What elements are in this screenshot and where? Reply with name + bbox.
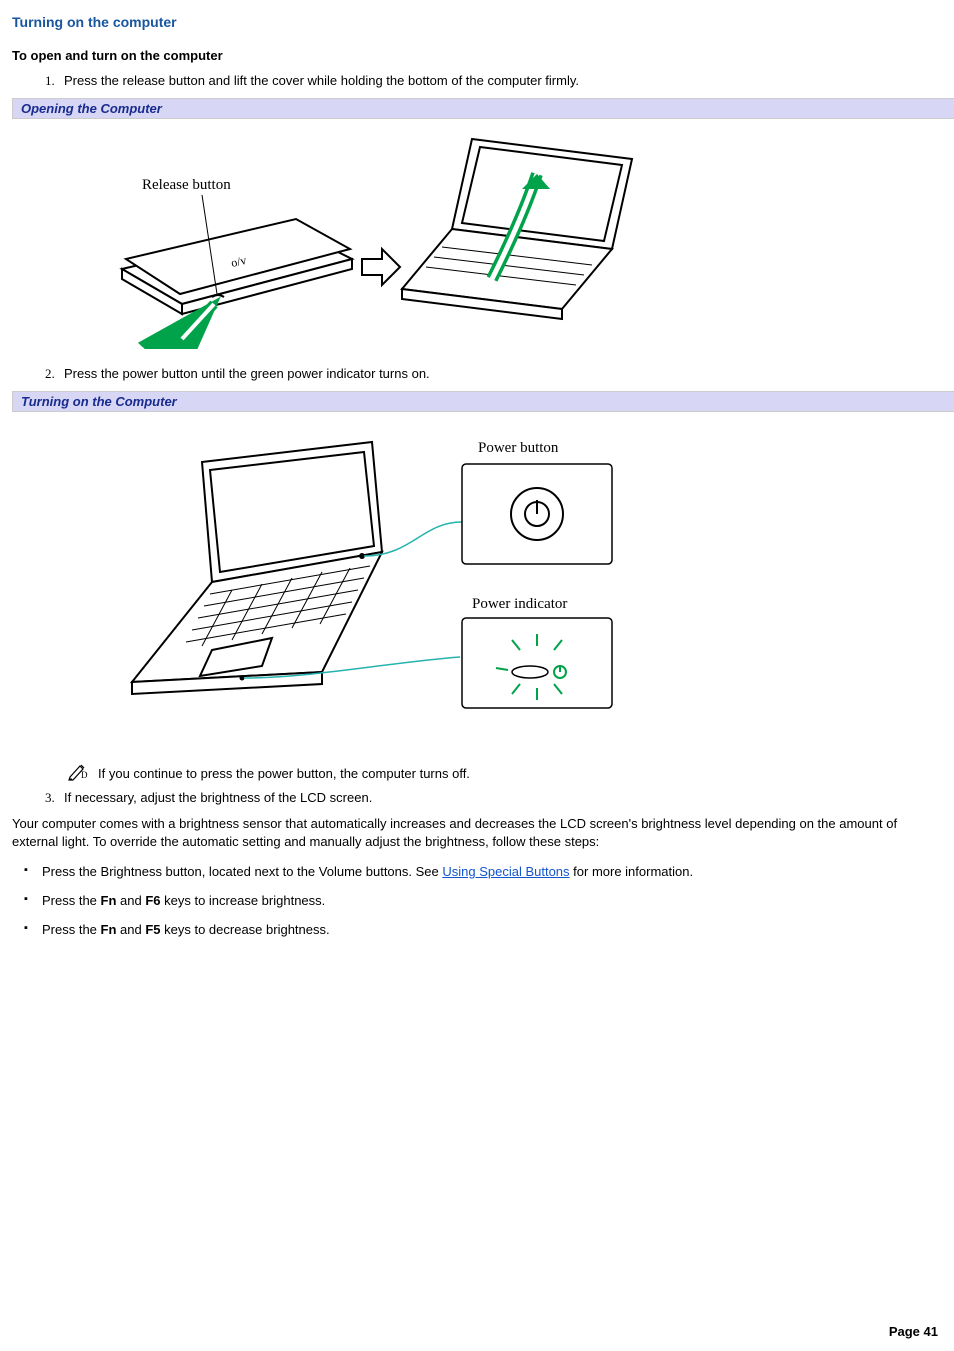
- bullet-list: Press the Brightness button, located nex…: [12, 864, 942, 937]
- label-release-button: Release button: [142, 177, 231, 193]
- note: D If you continue to press the power but…: [68, 763, 942, 784]
- figure-opening-computer: o/v Release button: [12, 123, 942, 360]
- label-power-button: Power button: [478, 440, 559, 456]
- step-3: If necessary, adjust the brightness of t…: [58, 790, 942, 805]
- note-text: If you continue to press the power butto…: [98, 766, 470, 781]
- bullet-increase-brightness: Press the Fn and F6 keys to increase bri…: [20, 893, 942, 908]
- procedure-heading: To open and turn on the computer: [12, 48, 942, 63]
- key-fn: Fn: [101, 893, 117, 908]
- svg-text:D: D: [81, 770, 88, 780]
- step-1: Press the release button and lift the co…: [58, 73, 942, 88]
- figure-turning-on-computer: Power button Power indicator: [12, 416, 942, 753]
- key-f5: F5: [145, 922, 160, 937]
- step-list: Press the power button until the green p…: [12, 366, 942, 381]
- link-using-special-buttons[interactable]: Using Special Buttons: [442, 864, 569, 879]
- page-number: Page 41: [889, 1324, 938, 1339]
- step-list: If necessary, adjust the brightness of t…: [12, 790, 942, 805]
- figure-caption-opening: Opening the Computer: [12, 98, 954, 119]
- key-f6: F6: [145, 893, 160, 908]
- brightness-paragraph: Your computer comes with a brightness se…: [12, 815, 942, 850]
- bullet-decrease-brightness: Press the Fn and F5 keys to decrease bri…: [20, 922, 942, 937]
- section-title: Turning on the computer: [12, 14, 942, 30]
- key-fn: Fn: [101, 922, 117, 937]
- bullet-brightness-button: Press the Brightness button, located nex…: [20, 864, 942, 879]
- figure-caption-turning-on: Turning on the Computer: [12, 391, 954, 412]
- note-icon: D: [68, 763, 88, 784]
- step-list: Press the release button and lift the co…: [12, 73, 942, 88]
- label-power-indicator: Power indicator: [472, 596, 567, 612]
- step-2: Press the power button until the green p…: [58, 366, 942, 381]
